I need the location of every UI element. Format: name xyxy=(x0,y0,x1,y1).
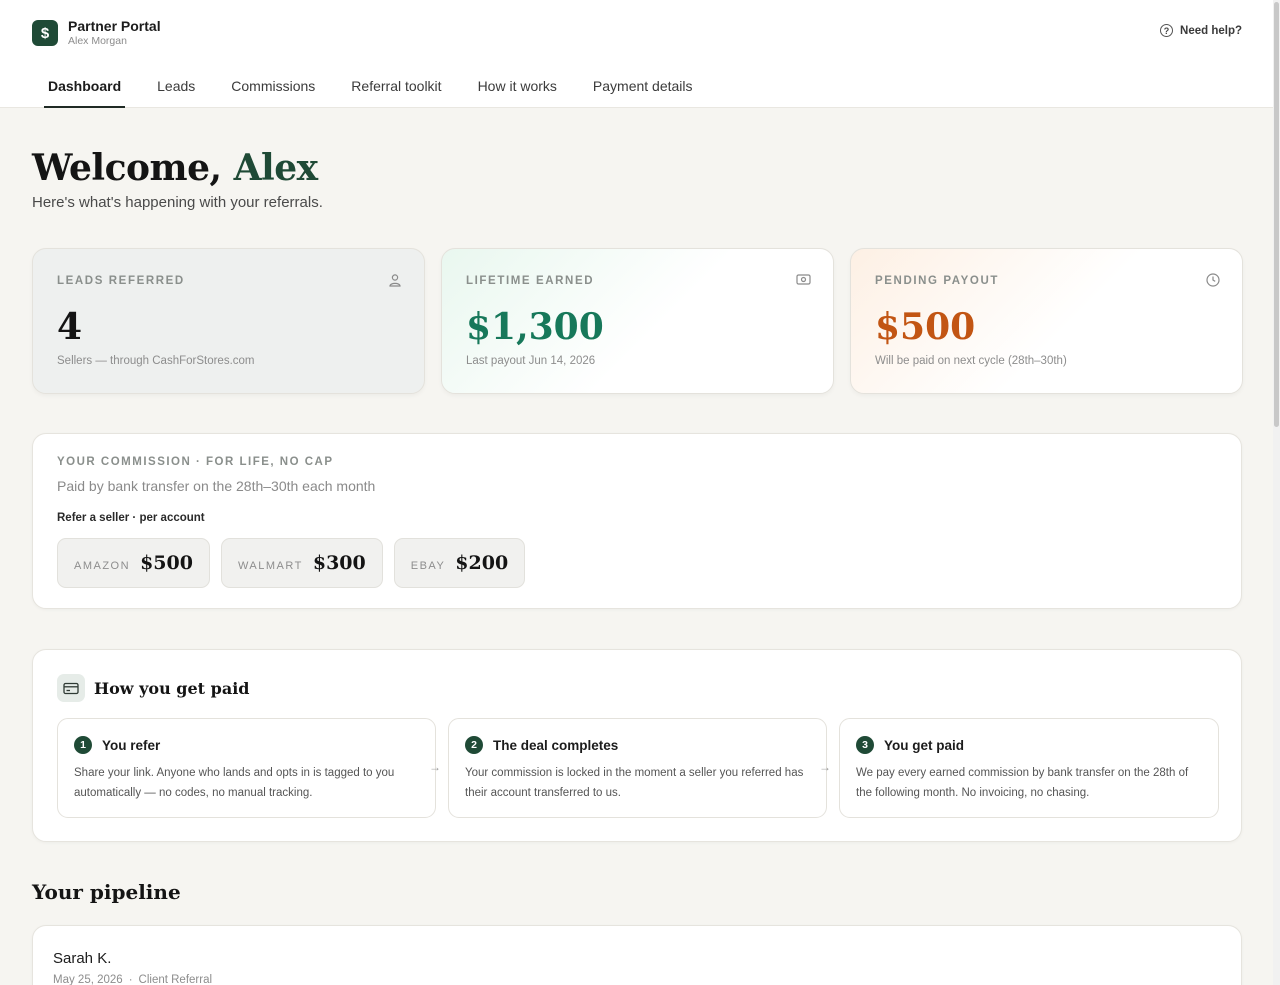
greeting-name: Alex xyxy=(233,147,318,189)
step-title: The deal completes xyxy=(493,738,619,753)
tab-how-it-works[interactable]: How it works xyxy=(462,70,573,108)
arrow-right-icon: → xyxy=(429,760,441,774)
pipeline-title: Your pipeline xyxy=(32,880,181,904)
stat-label: LEADS REFERRED xyxy=(57,275,185,287)
step-number: 1 xyxy=(74,736,92,754)
commission-subtitle: Paid by bank transfer on the 28th–30th e… xyxy=(57,478,376,494)
refer-label: Refer a seller · per account xyxy=(57,512,205,524)
section-header: How you get paid xyxy=(57,674,249,702)
marketplace-name: WALMART xyxy=(237,560,303,572)
scrollbar[interactable] xyxy=(1273,0,1280,985)
step-description: We pay every earned commission by bank t… xyxy=(856,767,1189,799)
tab-referral-toolkit[interactable]: Referral toolkit xyxy=(335,70,457,108)
step-description: Share your link. Anyone who lands and op… xyxy=(74,767,395,799)
step-card-1: 1 You refer Share your link. Anyone who … xyxy=(57,718,436,818)
lead-source: Client Referral xyxy=(138,974,213,985)
step-card-3: 3 You get paid We pay every earned commi… xyxy=(839,718,1219,818)
step-description: Your commission is locked in the moment … xyxy=(465,767,804,799)
lead-meta: May 25, 2026 · Client Referral xyxy=(53,974,212,985)
rate-amount: $500 xyxy=(140,552,193,574)
credit-card-icon xyxy=(57,674,85,702)
lead-date: May 25, 2026 xyxy=(53,974,123,985)
scrollbar-thumb[interactable] xyxy=(1274,2,1279,427)
stat-note: Last payout Jun 14, 2026 xyxy=(466,355,596,367)
rate-chip-ebay: EBAY $200 xyxy=(393,538,526,588)
step-number: 2 xyxy=(465,736,483,754)
stat-label: LIFETIME EARNED xyxy=(466,275,595,287)
stat-value: $1,300 xyxy=(466,306,604,348)
stat-value: $500 xyxy=(875,306,976,348)
lifetime-earned-card: LIFETIME EARNED $1,300 Last payout Jun 1… xyxy=(441,248,834,394)
user-icon xyxy=(388,273,402,290)
step-number: 3 xyxy=(856,736,874,754)
step-card-2: 2 The deal completes Your commission is … xyxy=(448,718,827,818)
pending-payout-card: PENDING PAYOUT $500 Will be paid on next… xyxy=(850,248,1243,394)
rate-amount: $200 xyxy=(455,552,509,574)
need-help-label: Need help? xyxy=(1180,24,1242,37)
need-help-link[interactable]: ? Need help? xyxy=(1160,24,1242,37)
rate-amount: $300 xyxy=(312,552,366,574)
tab-leads[interactable]: Leads xyxy=(141,70,211,108)
user-name: Alex Morgan xyxy=(68,35,127,47)
arrow-right-icon: → xyxy=(819,760,831,774)
tab-commissions[interactable]: Commissions xyxy=(215,70,331,108)
rate-chip-walmart: WALMART $300 xyxy=(220,538,383,588)
dollar-logo-icon: $ xyxy=(32,20,58,46)
pipeline-lead-row[interactable]: Sarah K. May 25, 2026 · Client Referral xyxy=(32,925,1242,985)
tab-dashboard[interactable]: Dashboard xyxy=(32,70,137,108)
how-you-get-paid-card: How you get paid 1 You refer Share your … xyxy=(32,649,1242,842)
commission-eyebrow: YOUR COMMISSION · FOR LIFE, NO CAP xyxy=(57,456,334,468)
portal-title: Partner Portal xyxy=(68,18,161,34)
tab-payment-details[interactable]: Payment details xyxy=(577,70,709,108)
marketplace-name: AMAZON xyxy=(74,560,131,572)
commission-card: YOUR COMMISSION · FOR LIFE, NO CAP Paid … xyxy=(32,433,1242,609)
stat-note: Sellers — through CashForStores.com xyxy=(57,355,255,367)
section-title: How you get paid xyxy=(94,678,250,698)
clock-icon xyxy=(1206,273,1220,290)
stat-label: PENDING PAYOUT xyxy=(875,275,1000,287)
question-circle-icon: ? xyxy=(1160,24,1174,37)
lead-name: Sarah K. xyxy=(53,950,112,967)
commission-rates: AMAZON $500 WALMART $300 EBAY $200 xyxy=(57,538,526,588)
marketplace-name: EBAY xyxy=(410,560,446,572)
cash-icon xyxy=(796,273,811,289)
meta-separator: · xyxy=(128,974,133,985)
rate-chip-amazon: AMAZON $500 xyxy=(57,538,210,588)
brand[interactable]: $ Partner Portal Alex Morgan xyxy=(32,18,161,48)
welcome-subtitle: Here's what's happening with your referr… xyxy=(32,194,323,211)
step-title: You get paid xyxy=(884,738,964,753)
top-header: $ Partner Portal Alex Morgan ? Need help… xyxy=(0,0,1273,108)
page-title: Welcome, Alex xyxy=(32,146,323,190)
stat-value: 4 xyxy=(57,306,83,348)
welcome-section: Welcome, Alex Here's what's happening wi… xyxy=(32,146,323,211)
main-tabs: Dashboard Leads Commissions Referral too… xyxy=(32,70,713,108)
stat-note: Will be paid on next cycle (28th–30th) xyxy=(875,355,1067,367)
step-title: You refer xyxy=(102,738,161,753)
greeting-text: Welcome, xyxy=(32,147,222,189)
leads-referred-card: LEADS REFERRED 4 Sellers — through CashF… xyxy=(32,248,425,394)
